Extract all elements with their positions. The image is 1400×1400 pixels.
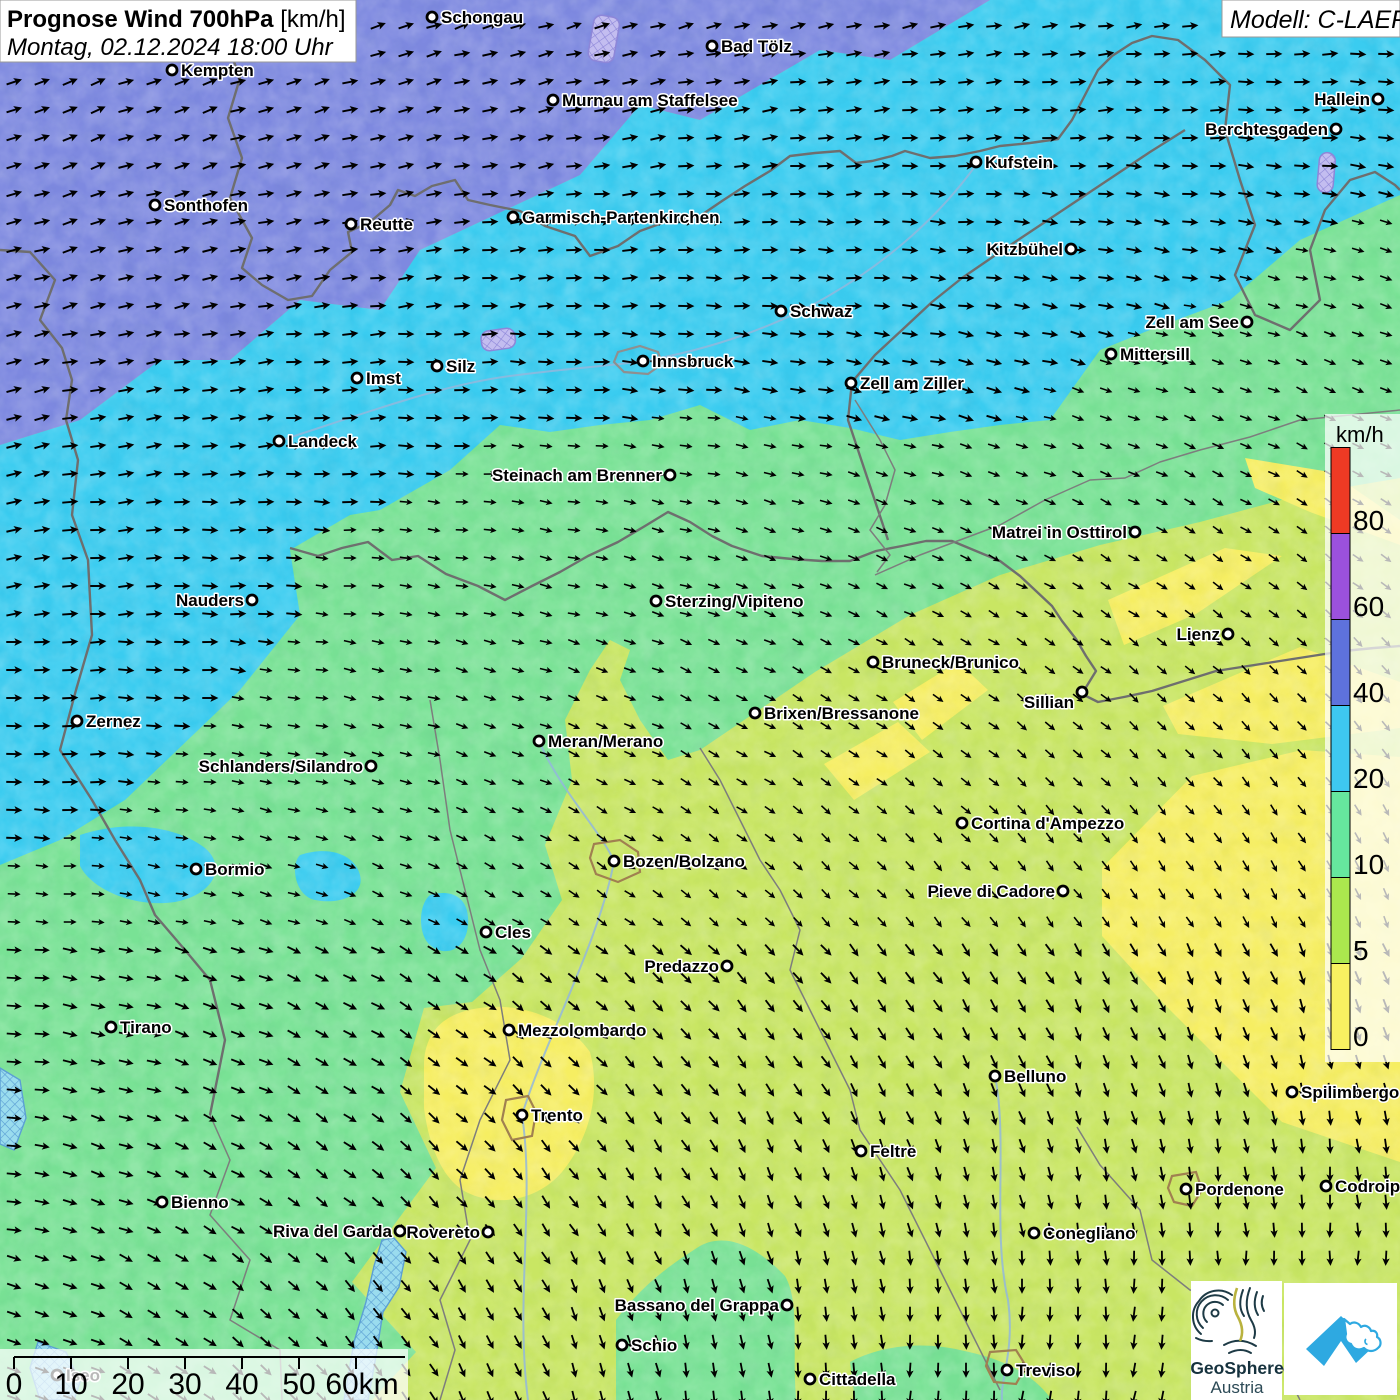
svg-text:km/h: km/h <box>1336 422 1384 447</box>
svg-text:10: 10 <box>1353 849 1384 880</box>
svg-text:Sterzing/Vipiteno: Sterzing/Vipiteno <box>665 592 804 611</box>
svg-text:Imst: Imst <box>366 369 401 388</box>
svg-text:Mittersill: Mittersill <box>1120 345 1190 364</box>
svg-text:80: 80 <box>1353 505 1384 536</box>
svg-text:Zell am See: Zell am See <box>1145 313 1239 332</box>
svg-text:Sonthofen: Sonthofen <box>164 196 248 215</box>
svg-text:Cittadella: Cittadella <box>819 1370 896 1389</box>
svg-text:Cortina d'Ampezzo: Cortina d'Ampezzo <box>971 814 1124 833</box>
svg-text:Schio: Schio <box>631 1336 677 1355</box>
svg-text:Bassano del Grappa: Bassano del Grappa <box>615 1296 780 1315</box>
svg-text:Bormio: Bormio <box>205 860 265 879</box>
svg-text:60km: 60km <box>325 1368 398 1400</box>
svg-text:Bruneck/Brunico: Bruneck/Brunico <box>882 653 1019 672</box>
svg-text:Garmisch-Partenkirchen: Garmisch-Partenkirchen <box>522 208 719 227</box>
svg-text:Modell: C-LAEF: Modell: C-LAEF <box>1230 6 1400 34</box>
svg-text:Trento: Trento <box>531 1106 583 1125</box>
svg-text:20: 20 <box>111 1368 144 1400</box>
svg-text:Tirano: Tirano <box>120 1018 172 1037</box>
svg-text:Zell am Ziller: Zell am Ziller <box>860 374 964 393</box>
svg-text:Codroipo: Codroipo <box>1335 1177 1400 1196</box>
svg-text:10: 10 <box>54 1368 87 1400</box>
svg-text:Bienno: Bienno <box>171 1193 229 1212</box>
svg-text:Steinach am Brenner: Steinach am Brenner <box>492 466 662 485</box>
svg-text:Zernez: Zernez <box>86 712 141 731</box>
svg-text:Pordenone: Pordenone <box>1195 1180 1284 1199</box>
svg-text:Nauders: Nauders <box>176 591 244 610</box>
svg-text:Predazzo: Predazzo <box>644 957 719 976</box>
svg-text:Hallein: Hallein <box>1314 90 1370 109</box>
svg-text:0: 0 <box>1353 1021 1369 1052</box>
svg-text:Schlanders/Silandro: Schlanders/Silandro <box>199 757 363 776</box>
svg-text:Montag, 02.12.2024 18:00 Uhr: Montag, 02.12.2024 18:00 Uhr <box>7 34 334 61</box>
svg-text:Schongau: Schongau <box>441 8 523 27</box>
svg-text:Kufstein: Kufstein <box>985 153 1053 172</box>
svg-text:Bozen/Bolzano: Bozen/Bolzano <box>623 852 745 871</box>
svg-text:Feltre: Feltre <box>870 1142 916 1161</box>
svg-text:Spilimbergo: Spilimbergo <box>1301 1083 1399 1102</box>
svg-text:20: 20 <box>1353 763 1384 794</box>
svg-text:Kitzbühel: Kitzbühel <box>987 240 1064 259</box>
svg-text:5: 5 <box>1353 935 1369 966</box>
svg-text:Treviso: Treviso <box>1016 1361 1076 1380</box>
svg-text:Murnau am Staffelsee: Murnau am Staffelsee <box>562 91 738 110</box>
svg-text:Landeck: Landeck <box>288 432 358 451</box>
svg-text:Lienz: Lienz <box>1177 625 1220 644</box>
svg-text:Silz: Silz <box>446 357 475 376</box>
svg-text:40: 40 <box>225 1368 258 1400</box>
svg-text:Reutte: Reutte <box>360 215 413 234</box>
svg-text:Bad Tölz: Bad Tölz <box>721 37 792 56</box>
svg-text:Kempten: Kempten <box>181 61 254 80</box>
svg-text:Austria: Austria <box>1211 1378 1264 1397</box>
svg-text:Conegliano: Conegliano <box>1043 1224 1136 1243</box>
svg-text:Schwaz: Schwaz <box>790 302 852 321</box>
svg-text:40: 40 <box>1353 677 1384 708</box>
svg-text:Belluno: Belluno <box>1004 1067 1066 1086</box>
svg-text:Sillian: Sillian <box>1024 693 1074 712</box>
svg-text:Berchtesgaden: Berchtesgaden <box>1205 120 1328 139</box>
svg-text:30: 30 <box>168 1368 201 1400</box>
svg-text:Cles: Cles <box>495 923 531 942</box>
svg-text:GeoSphere: GeoSphere <box>1190 1358 1284 1378</box>
svg-text:Prognose Wind 700hPa [km/h]: Prognose Wind 700hPa [km/h] <box>7 6 346 33</box>
svg-text:Matrei in Osttirol: Matrei in Osttirol <box>992 523 1127 542</box>
svg-text:Riva del Garda: Riva del Garda <box>273 1222 393 1241</box>
svg-text:Innsbruck: Innsbruck <box>652 352 734 371</box>
svg-text:50: 50 <box>282 1368 315 1400</box>
svg-text:Brixen/Bressanone: Brixen/Bressanone <box>764 704 919 723</box>
svg-text:Rovereto: Rovereto <box>406 1223 480 1242</box>
svg-text:Pieve di Cadore: Pieve di Cadore <box>927 882 1055 901</box>
svg-text:0: 0 <box>6 1368 23 1400</box>
svg-text:Meran/Merano: Meran/Merano <box>548 732 663 751</box>
svg-text:60: 60 <box>1353 591 1384 622</box>
svg-text:Mezzolombardo: Mezzolombardo <box>518 1021 646 1040</box>
